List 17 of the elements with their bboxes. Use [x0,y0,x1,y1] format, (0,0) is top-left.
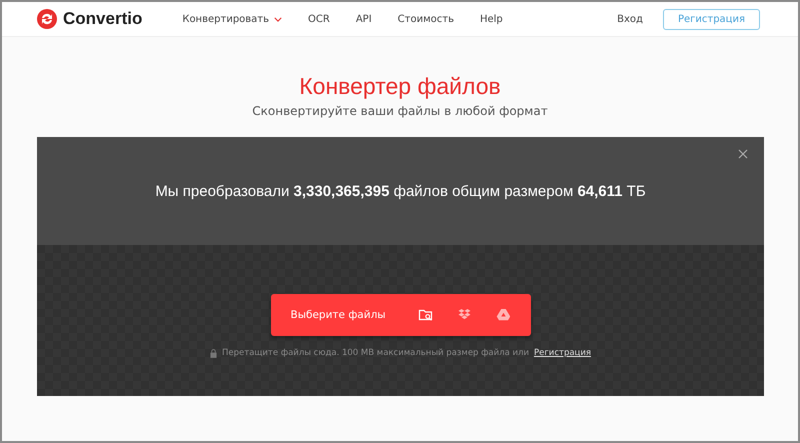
nav-link[interactable]: Help [480,14,503,24]
close-icon[interactable] [738,149,748,159]
lock-icon [210,348,217,358]
logo-icon [37,9,57,29]
nav-link[interactable]: Конвертировать [182,14,282,24]
choose-files-button[interactable]: Выберите файлы [290,309,386,321]
nav-link[interactable]: Стоимость [398,14,454,24]
nav-link[interactable]: API [356,14,372,24]
signup-link[interactable]: Регистрация [534,348,591,358]
nav-link[interactable]: OCR [308,14,330,24]
logo-text: Convertio [63,9,142,29]
page-title: Конвертер файлов [298,73,502,100]
chevron-down-icon [274,16,282,22]
login-link[interactable]: Вход [617,14,643,24]
stats-text: Мы преобразовали 3,330,365,395 файлов общим размером 64,611 ТБ [155,182,646,200]
drop-hint-text: Перетащите файлы сюда. 100 MB максимальный размер файла или [222,348,529,358]
page-subtitle: Сконвертируйте ваши файлы в любой формат [251,104,549,118]
